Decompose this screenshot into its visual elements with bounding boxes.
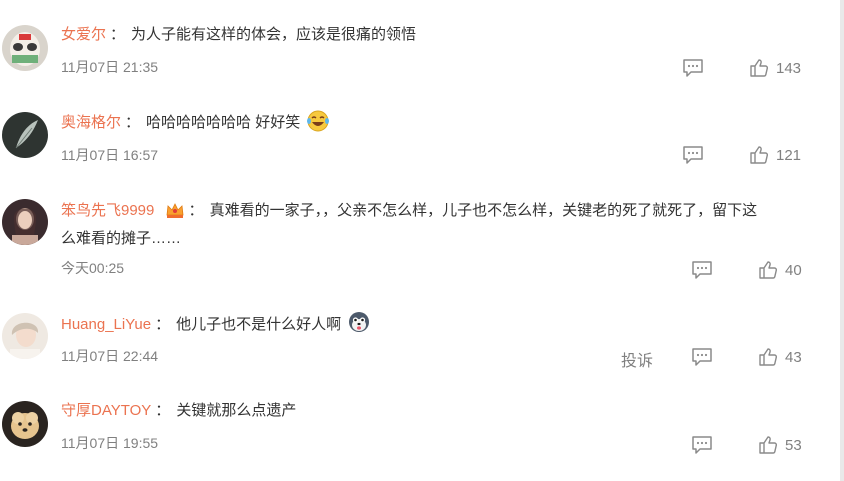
user-avatar[interactable] bbox=[2, 199, 48, 245]
crown-badge-icon[interactable] bbox=[165, 201, 185, 219]
comment-time: 今天00:25 bbox=[61, 260, 125, 276]
like-count: 121 bbox=[776, 146, 802, 164]
comment-icon bbox=[692, 436, 712, 454]
thumbs-up-icon bbox=[759, 261, 778, 279]
comment-line: 奥海格尔： 哈哈哈哈哈哈哈 好好笑 bbox=[61, 109, 821, 137]
comment-text: 他儿子也不是什么好人啊 bbox=[176, 316, 342, 333]
comment-text: 关键就那么点遗产 bbox=[176, 402, 297, 419]
comment-icon bbox=[692, 348, 712, 366]
comment-line: 笨鸟先飞9999 ： 真难看的一家子，，父亲不怎么样，儿子也不怎么样，关键老的死了… bbox=[61, 197, 821, 253]
avatar-woman-photo-icon bbox=[2, 199, 48, 245]
thumbs-up-icon bbox=[759, 436, 778, 454]
colon: ： bbox=[110, 26, 126, 43]
username-link[interactable]: 女爱尔 bbox=[61, 26, 106, 43]
colon: ： bbox=[188, 202, 204, 219]
thumbs-up-icon bbox=[759, 348, 778, 366]
laugh-cry-emoji-icon bbox=[307, 110, 330, 132]
reply-button[interactable] bbox=[691, 435, 713, 455]
comment-text-continued: 么难看的摊子…… bbox=[61, 230, 182, 247]
colon: ： bbox=[125, 114, 141, 131]
comment-time: 11月07日 21:35 bbox=[61, 59, 159, 75]
reply-button[interactable] bbox=[682, 58, 704, 78]
comment-item: 笨鸟先飞9999 ： 真难看的一家子，，父亲不怎么样，儿子也不怎么样，关键老的死了… bbox=[0, 185, 844, 295]
comment-line: 女爱尔： 为人子能有这样的体会，应该是很痛的领悟 bbox=[61, 21, 821, 49]
like-count: 143 bbox=[776, 59, 802, 77]
comment-text: 真难看的一家子，，父亲不怎么样，儿子也不怎么样，关键老的死了就死了，留下这 bbox=[209, 202, 758, 219]
username-link[interactable]: 笨鸟先飞9999 bbox=[61, 202, 154, 219]
comment-line: Huang_LiYue： 他儿子也不是什么好人啊 bbox=[61, 310, 821, 339]
like-count: 53 bbox=[785, 436, 802, 454]
comment-icon bbox=[683, 146, 703, 164]
comment-item: 女爱尔： 为人子能有这样的体会，应该是很痛的领悟 11月07日 21:35 143 bbox=[0, 0, 844, 95]
comment-item: 守厚DAYTOY： 关键就那么点遗产 11月07日 19:55 53 bbox=[0, 385, 844, 481]
user-avatar[interactable] bbox=[2, 401, 48, 447]
like-count: 40 bbox=[785, 261, 802, 279]
comment-icon bbox=[692, 261, 712, 279]
comment-text: 哈哈哈哈哈哈哈 好好笑 bbox=[146, 114, 301, 131]
like-count: 43 bbox=[785, 348, 802, 366]
comment-item: Huang_LiYue：他儿子也不是什么好人啊 11月07日 22:44 投诉 … bbox=[0, 295, 844, 385]
comment-line: 守厚DAYTOY： 关键就那么点遗产 bbox=[61, 397, 821, 425]
comment-time: 11月07日 22:44 bbox=[61, 348, 159, 364]
username-link[interactable]: 守厚DAYTOY bbox=[61, 402, 151, 419]
like-button[interactable]: 143 bbox=[749, 58, 801, 78]
comment-time: 11月07日 16:57 bbox=[61, 147, 159, 163]
username-link[interactable]: Huang_LiYue bbox=[61, 316, 151, 333]
user-avatar[interactable] bbox=[2, 25, 48, 71]
comment-time: 11月07日 19:55 bbox=[61, 435, 159, 451]
comment-text: 为人子能有这样的体会，应该是很痛的领悟 bbox=[131, 26, 417, 43]
avatar-panda-mask-icon bbox=[2, 25, 48, 71]
thumbs-up-icon bbox=[750, 59, 769, 77]
reply-button[interactable] bbox=[691, 347, 713, 367]
user-avatar[interactable] bbox=[2, 112, 48, 158]
user-avatar[interactable] bbox=[2, 313, 48, 359]
colon: ： bbox=[155, 402, 171, 419]
comment-icon bbox=[683, 59, 703, 77]
reply-button[interactable] bbox=[682, 145, 704, 165]
like-button[interactable]: 43 bbox=[758, 347, 802, 367]
avatar-dog-photo-icon bbox=[2, 401, 48, 447]
avatar-person-photo-icon bbox=[2, 313, 48, 359]
avatar-feather-icon bbox=[2, 112, 48, 158]
reply-button[interactable] bbox=[691, 260, 713, 280]
report-button[interactable]: 投诉 bbox=[621, 347, 653, 371]
like-button[interactable]: 121 bbox=[749, 145, 801, 165]
colon: ： bbox=[155, 316, 171, 333]
like-button[interactable]: 53 bbox=[758, 435, 802, 455]
husky-emoji-icon bbox=[349, 312, 370, 332]
thumbs-up-icon bbox=[750, 146, 769, 164]
username-link[interactable]: 奥海格尔 bbox=[61, 114, 121, 131]
like-button[interactable]: 40 bbox=[758, 260, 802, 280]
comment-item: 奥海格尔： 哈哈哈哈哈哈哈 好好笑 11月07日 16:57 121 bbox=[0, 95, 844, 185]
